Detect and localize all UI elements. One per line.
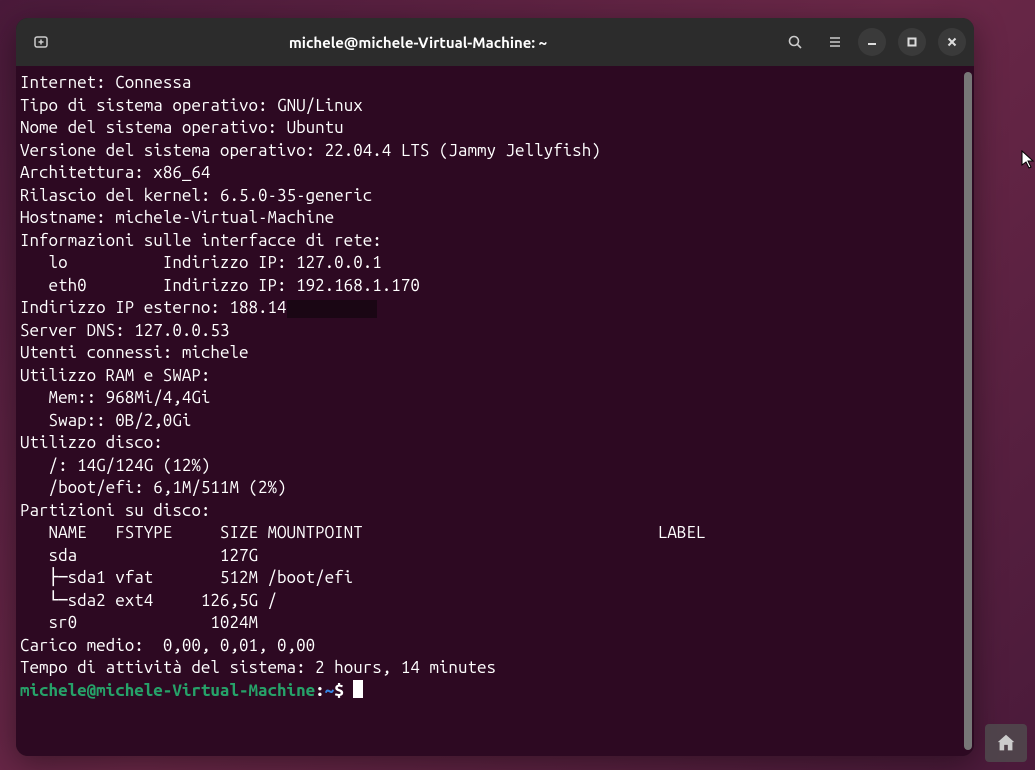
netif-eth0: eth0 Indirizzo IP: 192.168.1.170 (20, 276, 420, 295)
terminal-cursor (353, 680, 363, 698)
kernel-line: Rilascio del kernel: 6.5.0-35-generic (20, 186, 372, 205)
users-line: Utenti connessi: michele (20, 343, 249, 362)
disk-boot: /boot/efi: 6,1M/511M (2%) (20, 478, 287, 497)
maximize-button[interactable] (898, 28, 926, 56)
terminal-output[interactable]: Internet: Connessa Tipo di sistema opera… (16, 66, 974, 756)
load-line: Carico medio: 0,00, 0,01, 0,00 (20, 636, 315, 655)
extip-line: Indirizzo IP esterno: 188.14 (20, 298, 377, 317)
arch-line: Architettura: x86_64 (20, 163, 210, 182)
ram-header: Utilizzo RAM e SWAP: (20, 366, 210, 385)
dns-line: Server DNS: 127.0.0.53 (20, 321, 229, 340)
part-sda1: ├─sda1 vfat 512M /boot/efi (20, 568, 353, 587)
prompt-line[interactable]: michele@michele-Virtual-Machine:~$ (20, 681, 363, 700)
netif-lo: lo Indirizzo IP: 127.0.0.1 (20, 253, 382, 272)
os-type-line: Tipo di sistema operativo: GNU/Linux (20, 96, 363, 115)
home-icon (995, 732, 1017, 754)
window-title: michele@michele-Virtual-Machine: ~ (64, 34, 772, 51)
search-icon (787, 34, 803, 50)
disk-header: Utilizzo disco: (20, 433, 163, 452)
part-cols: NAME FSTYPE SIZE MOUNTPOINT LABEL (20, 523, 705, 542)
part-sda2: └─sda2 ext4 126,5G / (20, 591, 277, 610)
search-button[interactable] (778, 25, 812, 59)
part-sr0: sr0 1024M (20, 613, 258, 632)
minimize-button[interactable] (858, 28, 886, 56)
minimize-icon (866, 36, 878, 48)
os-name-line: Nome del sistema operativo: Ubuntu (20, 118, 344, 137)
maximize-icon (906, 36, 918, 48)
new-tab-button[interactable] (24, 25, 58, 59)
mem-line: Mem:: 968Mi/4,4Gi (20, 388, 210, 407)
uptime-line: Tempo di attività del sistema: 2 hours, … (20, 658, 496, 677)
hostname-line: Hostname: michele-Virtual-Machine (20, 208, 334, 227)
part-sda: sda 127G (20, 546, 258, 565)
new-tab-icon (33, 34, 49, 50)
prompt-dollar: $ (334, 681, 353, 700)
prompt-user-host: michele@michele-Virtual-Machine (20, 681, 315, 700)
home-overlay-button[interactable] (985, 724, 1027, 762)
redacted-ip (287, 300, 377, 318)
swap-line: Swap:: 0B/2,0Gi (20, 411, 191, 430)
os-version-line: Versione del sistema operativo: 22.04.4 … (20, 141, 601, 160)
disk-root: /: 14G/124G (12%) (20, 456, 210, 475)
close-icon (946, 36, 958, 48)
close-button[interactable] (938, 28, 966, 56)
hamburger-icon (827, 34, 843, 50)
terminal-window: michele@michele-Virtual-Machine: ~ (16, 18, 974, 756)
prompt-path: ~ (325, 681, 335, 700)
internet-line: Internet: Connessa (20, 73, 191, 92)
menu-button[interactable] (818, 25, 852, 59)
scrollbar[interactable] (962, 72, 972, 750)
prompt-colon: : (315, 681, 325, 700)
part-header: Partizioni su disco: (20, 501, 210, 520)
mouse-cursor-icon (1021, 150, 1035, 170)
scrollbar-thumb[interactable] (964, 72, 972, 750)
titlebar: michele@michele-Virtual-Machine: ~ (16, 18, 974, 66)
netif-header: Informazioni sulle interfacce di rete: (20, 231, 382, 250)
